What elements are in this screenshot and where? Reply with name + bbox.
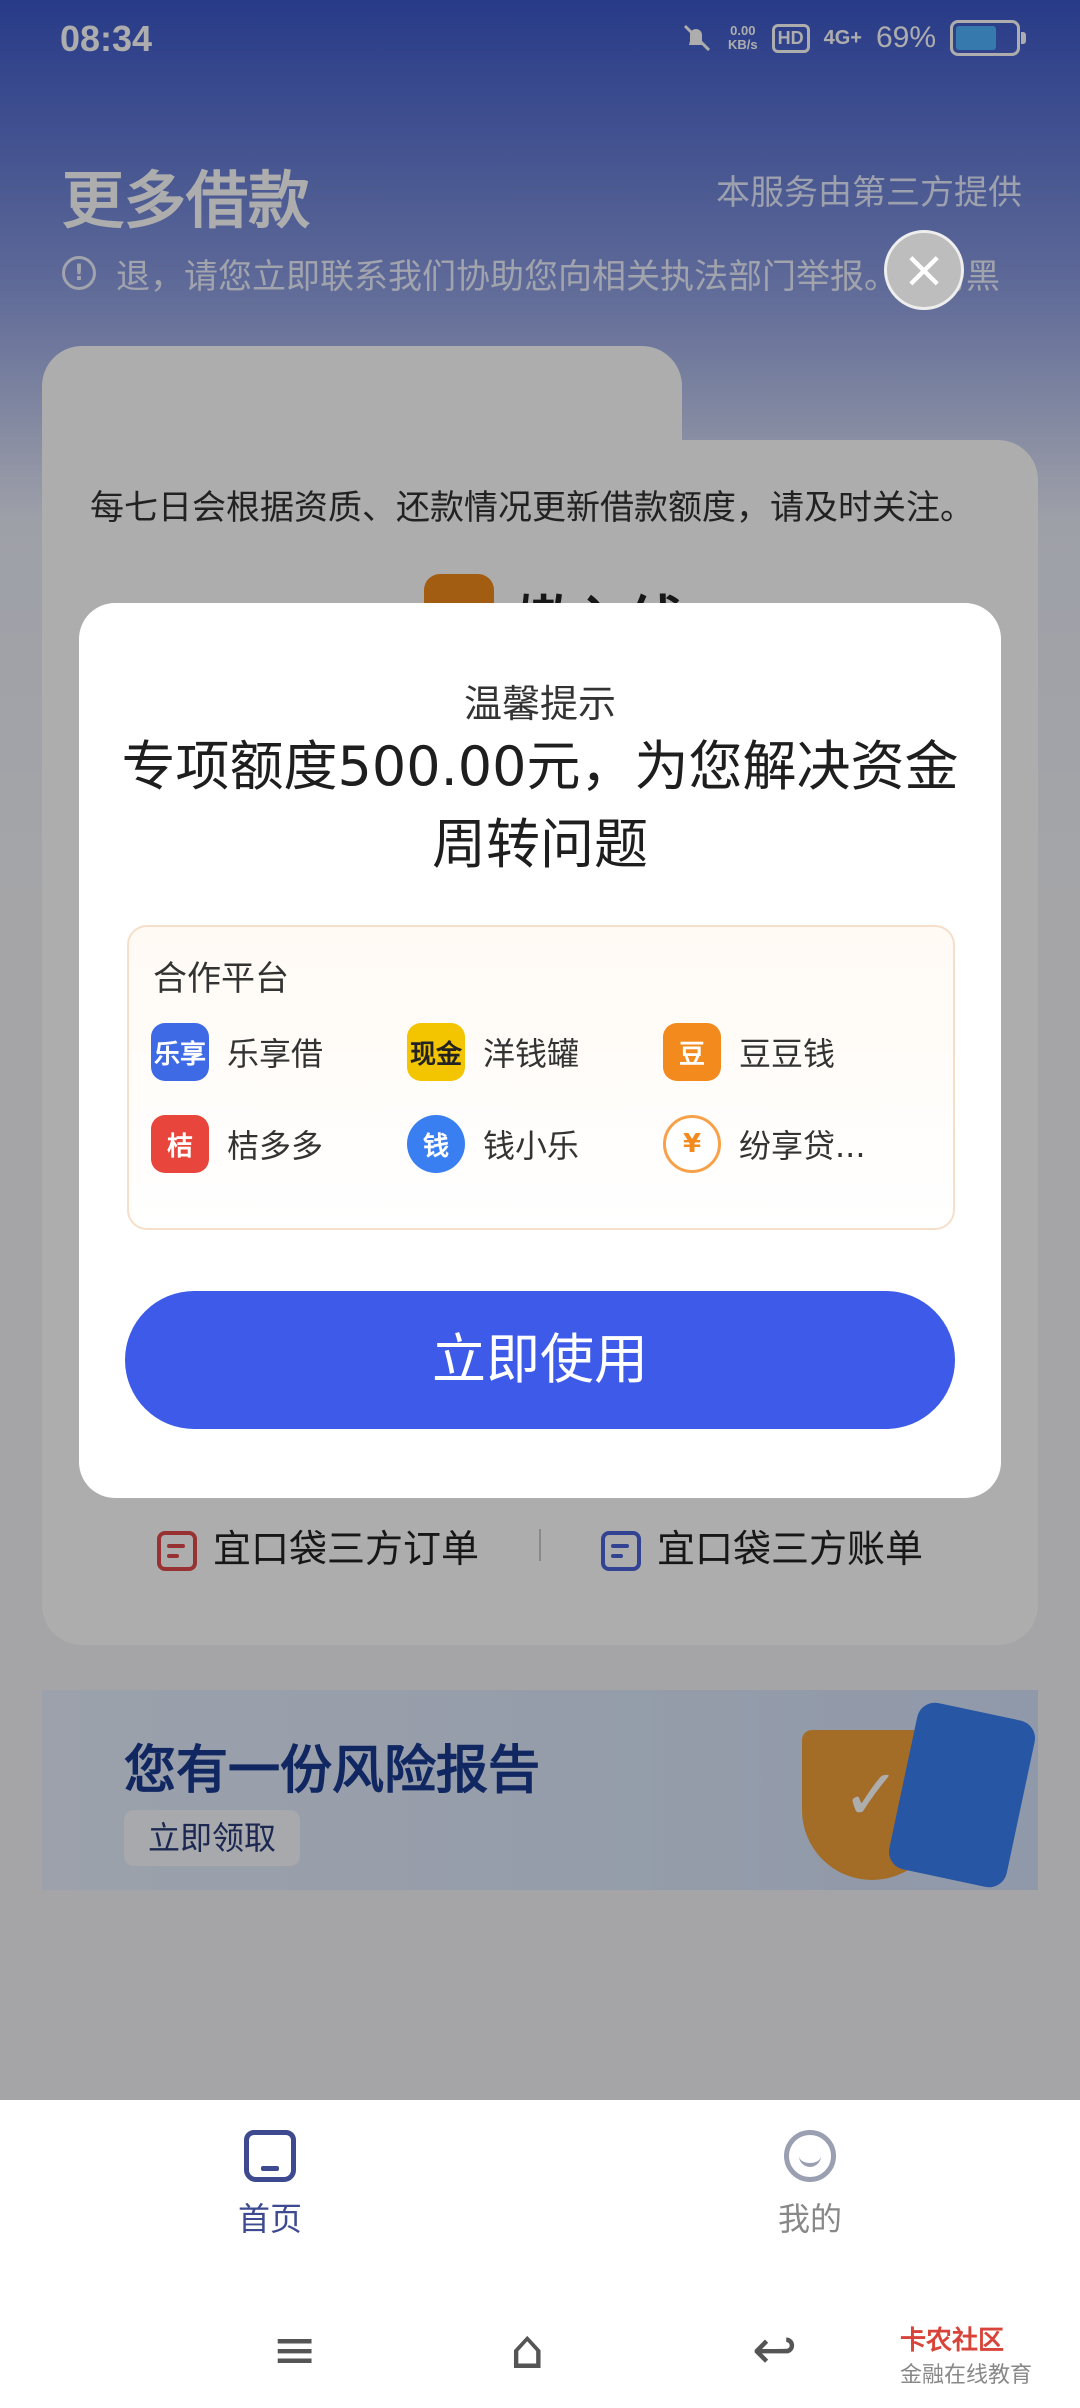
- close-icon: ×: [902, 240, 946, 300]
- partner-name: 乐享借: [227, 1035, 324, 1073]
- bottom-nav: 首页 我的: [0, 2100, 1080, 2290]
- promo-modal: 温馨提示 专项额度500.00元，为您解决资金周转问题 合作平台 乐享 乐享借 …: [79, 603, 1001, 1498]
- partner-item: 现金 洋钱罐: [407, 1023, 579, 1081]
- profile-icon: [784, 2130, 836, 2182]
- partner-logo-icon: 钱: [407, 1115, 465, 1173]
- partner-item: ¥ 纷享贷...: [663, 1115, 866, 1173]
- close-button[interactable]: ×: [884, 230, 964, 310]
- partner-name: 钱小乐: [483, 1127, 580, 1165]
- partner-item: 钱 钱小乐: [407, 1115, 579, 1173]
- partners-label: 合作平台: [153, 959, 289, 999]
- home-icon: [244, 2130, 296, 2182]
- modal-title: 专项额度500.00元，为您解决资金周转问题: [121, 735, 959, 876]
- watermark-logo: 卡农社区 金融在线教育: [900, 2326, 1033, 2388]
- partner-name: 洋钱罐: [483, 1035, 580, 1073]
- partner-name: 桔多多: [227, 1127, 324, 1165]
- partner-item: 桔 桔多多: [151, 1115, 323, 1173]
- partner-item: 豆 豆豆钱: [663, 1023, 835, 1081]
- modal-subtitle: 温馨提示: [463, 682, 616, 726]
- menu-icon[interactable]: ≡: [272, 2318, 317, 2381]
- nav-home-label: 首页: [237, 2200, 302, 2238]
- partner-logo-icon: 桔: [151, 1115, 209, 1173]
- partner-name: 豆豆钱: [739, 1035, 836, 1073]
- use-now-button[interactable]: 立即使用: [125, 1291, 955, 1429]
- partner-logo-icon: ¥: [663, 1115, 721, 1173]
- partner-name: 纷享贷...: [739, 1127, 866, 1165]
- partner-item: 乐享 乐享借: [151, 1023, 323, 1081]
- system-home-icon[interactable]: ⌂: [510, 2318, 544, 2381]
- partner-logo-icon: 豆: [663, 1023, 721, 1081]
- partner-logo-icon: 乐享: [151, 1023, 209, 1081]
- partner-logo-icon: 现金: [407, 1023, 465, 1081]
- nav-home[interactable]: 首页: [170, 2130, 370, 2240]
- partner-platforms: 合作平台 乐享 乐享借 现金 洋钱罐 豆 豆豆钱 桔 桔多多 钱 钱小乐 ¥ 纷…: [127, 925, 955, 1230]
- nav-profile[interactable]: 我的: [710, 2130, 910, 2240]
- system-nav-bar: ≡ ⌂ ↩ 卡农社区 金融在线教育: [0, 2290, 1080, 2408]
- nav-profile-label: 我的: [777, 2200, 842, 2238]
- back-icon[interactable]: ↩: [752, 2318, 797, 2381]
